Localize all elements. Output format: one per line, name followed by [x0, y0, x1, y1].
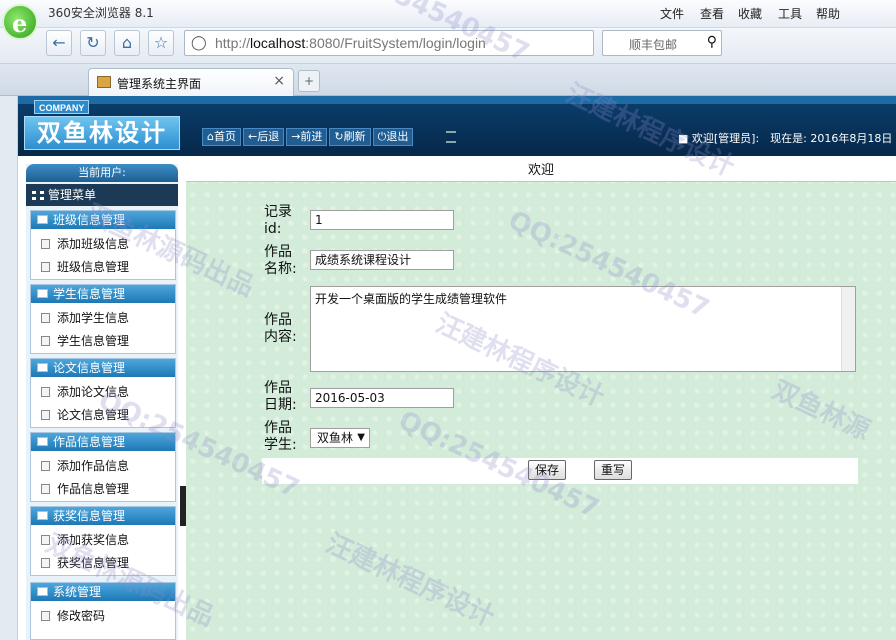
save-button[interactable]: 保存 — [528, 460, 567, 480]
reset-button[interactable]: 重写 — [594, 460, 633, 480]
menu-title: 管理菜单 — [26, 184, 178, 206]
close-icon[interactable]: × — [273, 73, 285, 89]
group-class: 班级信息管理 添加班级信息 班级信息管理 — [30, 210, 176, 280]
browser-sidebar — [0, 96, 18, 640]
tab-main[interactable]: 管理系统主界面 × — [88, 68, 294, 96]
date-input[interactable]: 2016-05-03 — [310, 388, 454, 408]
browser-toolbar: ← ↻ ⌂ ☆ ◯ http://localhost:8080/FruitSys… — [0, 28, 896, 64]
sidebar-item[interactable]: 论文信息管理 — [31, 404, 175, 426]
nav-logout-button[interactable]: ⏻退出 — [372, 128, 414, 146]
group-award: 获奖信息管理 添加获奖信息 获奖信息管理 — [30, 506, 176, 576]
student-label: 作品学生: — [264, 420, 297, 453]
app-header: COMPANY 双鱼林设计 ⌂首页 ←后退 →前进 ↻刷新 ⏻退出 ■ 欢迎[管… — [18, 96, 896, 156]
browser-title: 360安全浏览器 8.1 — [48, 6, 154, 20]
main-content: 欢迎 记录id: 1 作品名称: 成绩系统课程设计 作品内容: 开发一个桌面版的… — [186, 160, 896, 640]
record-id-input[interactable]: 1 — [310, 210, 454, 230]
sidebar-item[interactable]: 获奖信息管理 — [31, 552, 175, 574]
page-icon — [41, 535, 50, 545]
group-system: 系统管理 修改密码 — [30, 582, 176, 640]
page-icon — [41, 484, 50, 494]
name-input[interactable]: 成绩系统课程设计 — [310, 250, 454, 270]
address-text: http://localhost:8080/FruitSystem/login/… — [215, 35, 486, 51]
sidebar-item[interactable]: 添加学生信息 — [31, 307, 175, 329]
nav-refresh-button[interactable]: ↻刷新 — [329, 128, 371, 146]
name-label: 作品名称: — [264, 244, 297, 277]
menu-help[interactable]: 帮助 — [816, 5, 840, 22]
app-frame: COMPANY 双鱼林设计 ⌂首页 ←后退 →前进 ↻刷新 ⏻退出 ■ 欢迎[管… — [18, 96, 896, 640]
sidebar-item[interactable]: 修改密码 — [31, 605, 175, 627]
group-header[interactable]: 论文信息管理 — [31, 359, 175, 377]
page-icon — [41, 336, 50, 346]
grid-icon — [32, 191, 44, 200]
refresh-icon[interactable]: ↻ — [80, 30, 106, 56]
address-bar[interactable]: ◯ http://localhost:8080/FruitSystem/logi… — [184, 30, 594, 56]
menu-file[interactable]: 文件 — [660, 5, 684, 22]
page-icon — [41, 239, 50, 249]
page-icon — [41, 387, 50, 397]
page-title: 欢迎 — [186, 160, 896, 182]
app-logo: 双鱼林设计 — [24, 116, 180, 150]
current-user: 当前用户: — [26, 164, 178, 182]
plus-icon[interactable]: + — [298, 70, 320, 92]
group-paper: 论文信息管理 添加论文信息 论文信息管理 — [30, 358, 176, 428]
nav-back-button[interactable]: ←后退 — [242, 128, 285, 146]
sidebar-item[interactable]: 班级信息管理 — [31, 256, 175, 278]
sidebar-item[interactable]: 添加班级信息 — [31, 233, 175, 255]
search-icon[interactable]: ⚲ — [707, 34, 717, 50]
content-textarea[interactable]: 开发一个桌面版的学生成绩管理软件 — [310, 286, 856, 372]
sidebar-item[interactable]: 作品信息管理 — [31, 478, 175, 500]
menu-view[interactable]: 查看 — [700, 5, 724, 22]
page-icon — [41, 558, 50, 568]
page-icon — [41, 313, 50, 323]
browser-logo: e — [2, 4, 38, 40]
folder-icon — [37, 437, 48, 446]
folder-icon — [37, 215, 48, 224]
welcome-text: ■ 欢迎[管理员]: 现在是: 2016年8月18日 — [678, 132, 893, 145]
page-icon — [41, 461, 50, 471]
date-label: 作品日期: — [264, 380, 297, 413]
sidebar-item[interactable]: 学生信息管理 — [31, 330, 175, 352]
back-icon[interactable]: ← — [46, 30, 72, 56]
nav-forward-button[interactable]: →前进 — [286, 128, 328, 146]
content-label: 作品内容: — [264, 312, 297, 345]
folder-icon — [37, 363, 48, 372]
sidebar-item[interactable]: 添加作品信息 — [31, 455, 175, 477]
star-icon[interactable]: ☆ — [148, 30, 174, 56]
student-select[interactable]: 双鱼林 ▼ — [310, 428, 370, 448]
sidebar-item[interactable]: 添加论文信息 — [31, 381, 175, 403]
group-header[interactable]: 系统管理 — [31, 583, 175, 601]
shield-icon: ◯ — [191, 35, 207, 51]
page-icon — [97, 76, 111, 88]
sidebar: 当前用户: 管理菜单 班级信息管理 添加班级信息 班级信息管理 学生信息管理 添… — [26, 164, 178, 640]
top-nav: ⌂首页 ←后退 →前进 ↻刷新 ⏻退出 — [202, 128, 414, 146]
folder-icon — [37, 289, 48, 298]
page-icon — [41, 611, 50, 621]
folder-icon — [37, 587, 48, 596]
group-student: 学生信息管理 添加学生信息 学生信息管理 — [30, 284, 176, 354]
sidebar-item[interactable]: 添加获奖信息 — [31, 529, 175, 551]
tab-bar: 管理系统主界面 × + — [0, 64, 896, 96]
group-header[interactable]: 学生信息管理 — [31, 285, 175, 303]
record-id-label: 记录id: — [264, 204, 292, 237]
textarea-scrollbar[interactable] — [841, 287, 855, 371]
group-work: 作品信息管理 添加作品信息 作品信息管理 — [30, 432, 176, 502]
menu-tools[interactable]: 工具 — [778, 5, 802, 22]
menu-favorites[interactable]: 收藏 — [738, 5, 762, 22]
home-icon[interactable]: ⌂ — [114, 30, 140, 56]
group-header[interactable]: 班级信息管理 — [31, 211, 175, 229]
browser-titlebar: 360安全浏览器 8.1 文件 查看 收藏 工具 帮助 — [0, 0, 896, 28]
menu-icon — [446, 131, 456, 143]
page-icon — [41, 410, 50, 420]
nav-home-button[interactable]: ⌂首页 — [202, 128, 241, 146]
group-header[interactable]: 获奖信息管理 — [31, 507, 175, 525]
company-label: COMPANY — [34, 100, 90, 114]
group-header[interactable]: 作品信息管理 — [31, 433, 175, 451]
folder-icon — [37, 511, 48, 520]
chevron-down-icon: ▼ — [357, 432, 365, 443]
search-input[interactable]: 顺丰包邮 ⚲ — [602, 30, 722, 56]
page-icon — [41, 262, 50, 272]
